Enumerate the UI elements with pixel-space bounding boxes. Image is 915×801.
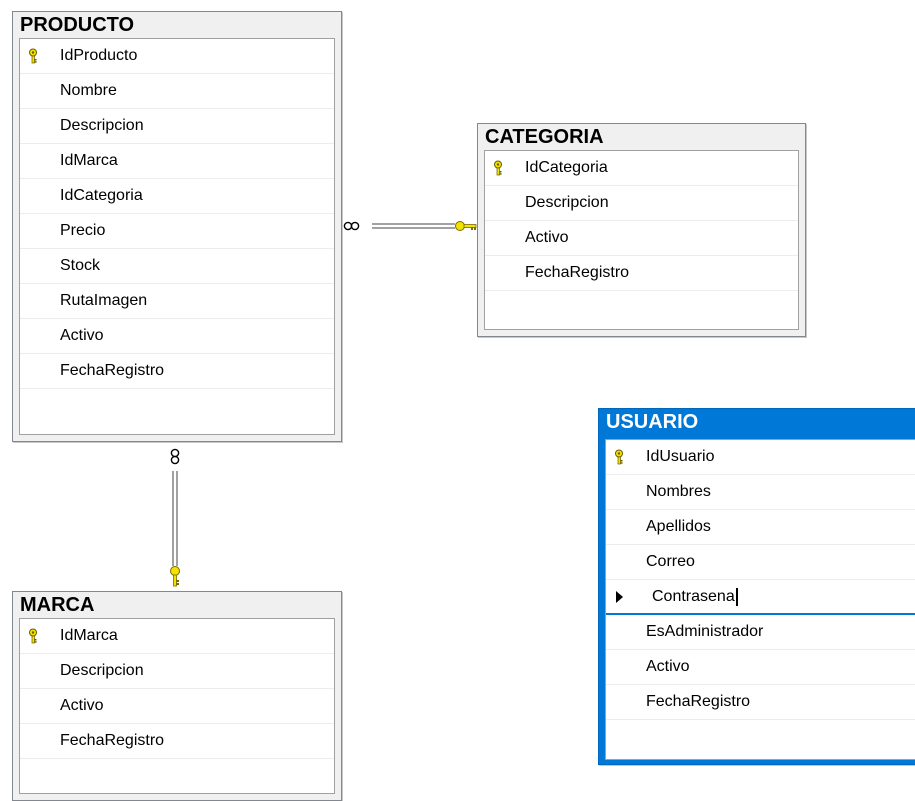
column-name: Apellidos: [646, 518, 711, 535]
column-name: Activo: [60, 697, 104, 714]
primary-key-icon: [606, 440, 632, 474]
column-row-fecharegistro[interactable]: FechaRegistro: [20, 354, 334, 389]
column-name: Activo: [60, 327, 104, 344]
column-name: FechaRegistro: [60, 362, 165, 379]
current-row-pointer-icon: [606, 580, 632, 613]
column-name: Descripcion: [525, 194, 609, 211]
column-row-esadministrador[interactable]: EsAdministrador: [606, 615, 915, 650]
column-grid: IdCategoria Descripcion Activo FechaRegi…: [484, 150, 799, 330]
infinity-icon: [343, 221, 360, 231]
column-name: Nombre: [60, 82, 117, 99]
relationship-producto-categoria[interactable]: [343, 221, 477, 231]
key-icon: [455, 221, 477, 231]
column-row-fecharegistro[interactable]: FechaRegistro: [606, 685, 915, 720]
column-row-descripcion[interactable]: Descripcion: [20, 109, 334, 144]
infinity-icon: [170, 448, 180, 465]
table-categoria[interactable]: CATEGORIA IdCategoria Descripcion Activo…: [477, 123, 806, 337]
column-name: FechaRegistro: [646, 693, 751, 710]
column-row-fecharegistro[interactable]: FechaRegistro: [20, 724, 334, 759]
column-name: FechaRegistro: [60, 732, 165, 749]
table-title: PRODUCTO: [20, 14, 135, 36]
column-name: Nombres: [646, 483, 711, 500]
column-name: IdCategoria: [525, 159, 608, 176]
column-row-idcategoria[interactable]: IdCategoria: [20, 179, 334, 214]
relationship-producto-marca[interactable]: [170, 448, 180, 587]
column-row-idcategoria[interactable]: IdCategoria: [485, 151, 798, 186]
primary-key-icon: [20, 39, 46, 73]
column-name: Correo: [646, 553, 695, 570]
column-row-contrasena[interactable]: Contrasena: [606, 580, 915, 615]
column-row-activo[interactable]: Activo: [606, 650, 915, 685]
primary-key-icon: [20, 619, 46, 653]
column-name: FechaRegistro: [525, 264, 630, 281]
column-row-activo[interactable]: Activo: [485, 221, 798, 256]
column-name: IdProducto: [60, 47, 138, 64]
column-row-idmarca[interactable]: IdMarca: [20, 619, 334, 654]
column-name: Descripcion: [60, 117, 144, 134]
column-name: IdCategoria: [60, 187, 143, 204]
column-row-idproducto[interactable]: IdProducto: [20, 39, 334, 74]
column-row-precio[interactable]: Precio: [20, 214, 334, 249]
column-row-nombres[interactable]: Nombres: [606, 475, 915, 510]
table-usuario[interactable]: USUARIO IdUsuario Nombres Apellidos Corr…: [598, 408, 915, 765]
table-title: USUARIO: [606, 411, 699, 433]
table-producto[interactable]: PRODUCTO IdProducto Nombre Descripcion I…: [12, 11, 342, 442]
table-title: MARCA: [20, 594, 95, 616]
column-row-nombre[interactable]: Nombre: [20, 74, 334, 109]
column-row-stock[interactable]: Stock: [20, 249, 334, 284]
column-row-idmarca[interactable]: IdMarca: [20, 144, 334, 179]
column-name: IdUsuario: [646, 448, 715, 465]
column-name: Precio: [60, 222, 106, 239]
table-title: CATEGORIA: [485, 126, 604, 148]
column-grid: IdUsuario Nombres Apellidos Correo Contr…: [605, 439, 915, 760]
column-name: Stock: [60, 257, 101, 274]
table-marca[interactable]: MARCA IdMarca Descripcion Activo FechaRe…: [12, 591, 342, 801]
column-name: Activo: [525, 229, 569, 246]
primary-key-icon: [485, 151, 511, 185]
column-row-activo[interactable]: Activo: [20, 319, 334, 354]
column-row-descripcion[interactable]: Descripcion: [485, 186, 798, 221]
column-name-editing[interactable]: Contrasena: [652, 580, 738, 614]
column-row-rutaimagen[interactable]: RutaImagen: [20, 284, 334, 319]
text-caret: [735, 587, 738, 606]
column-name: EsAdministrador: [646, 623, 764, 640]
key-icon: [170, 566, 180, 587]
column-row-activo[interactable]: Activo: [20, 689, 334, 724]
column-name: IdMarca: [60, 627, 118, 644]
column-row-descripcion[interactable]: Descripcion: [20, 654, 334, 689]
column-grid: IdProducto Nombre Descripcion IdMarca Id…: [19, 38, 335, 435]
column-row-fecharegistro[interactable]: FechaRegistro: [485, 256, 798, 291]
column-name: IdMarca: [60, 152, 118, 169]
column-grid: IdMarca Descripcion Activo FechaRegistro: [19, 618, 335, 794]
column-name: Activo: [646, 658, 690, 675]
column-name: Descripcion: [60, 662, 144, 679]
column-row-correo[interactable]: Correo: [606, 545, 915, 580]
column-row-apellidos[interactable]: Apellidos: [606, 510, 915, 545]
column-name: RutaImagen: [60, 292, 148, 309]
column-row-idusuario[interactable]: IdUsuario: [606, 440, 915, 475]
